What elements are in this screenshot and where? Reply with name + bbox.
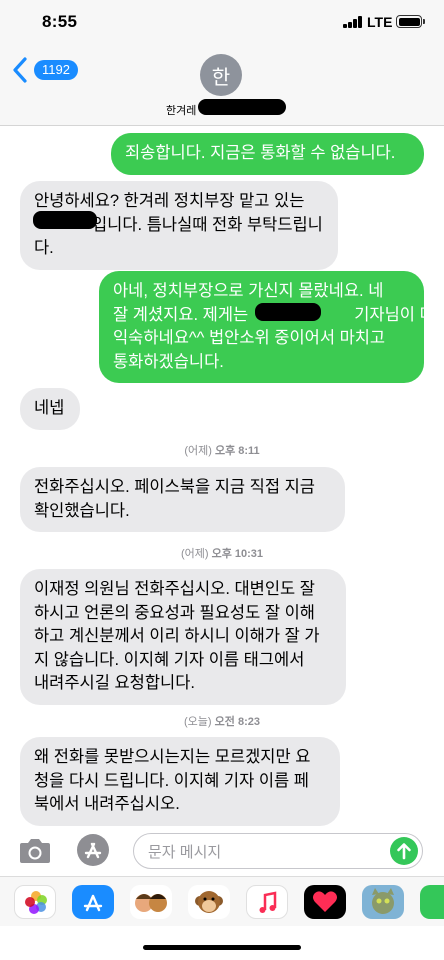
message-text: 전화주십시오. 페이스북을 지금 직접 지금 [34, 478, 315, 496]
status-time: 8:55 [42, 12, 78, 31]
network-label: LTE [367, 14, 393, 30]
music-app-icon[interactable] [246, 885, 288, 919]
message-text: 다. [34, 239, 54, 257]
app-store-icon[interactable] [72, 885, 114, 919]
contact-name[interactable]: 한겨레 [166, 102, 196, 118]
camera-icon [20, 839, 50, 863]
avatar-initial: 한 [211, 66, 231, 89]
message-text: 확인했습니다. [34, 501, 130, 520]
message-input-field[interactable] [133, 833, 423, 869]
message-bubble-incoming[interactable]: 왜 전화를 못받으시는지는 모르겠지만 요 청을 다시 드립니다. 이지혜 기자… [20, 737, 340, 826]
message-text: 이재정 의원님 전화주십시오. 대변인도 잘 [34, 580, 315, 598]
signal-icon [343, 16, 363, 28]
message-input[interactable] [148, 842, 378, 862]
conversation-header: 1192 한 한겨레 [0, 44, 444, 126]
battery-cap [423, 19, 425, 24]
imessage-app-drawer [0, 876, 444, 926]
message-text: 왜 전화를 못받으시는지는 모르겠지만 요 [34, 748, 311, 766]
message-bubble-incoming[interactable]: 이재정 의원님 전화주십시오. 대변인도 잘 하시고 언론의 중요성과 필요성도… [20, 569, 346, 705]
message-text: 안녕하세요? 한겨레 정치부장 맡고 있는 [34, 192, 305, 210]
message-bubble-outgoing[interactable]: 죄송합니다. 지금은 통화할 수 없습니다. [111, 133, 424, 175]
memoji-icon[interactable] [130, 885, 172, 919]
compose-bar [0, 828, 444, 876]
photos-flower-icon [25, 891, 47, 914]
redaction-mark [255, 303, 321, 321]
app-store-button[interactable] [77, 834, 109, 866]
message-text: 청을 다시 드립니다. 이지혜 기자 이름 페 [34, 771, 309, 790]
extra-app-icon[interactable] [420, 885, 444, 919]
message-text: 하시고 언론의 중요성과 필요성도 잘 이해 [34, 603, 315, 622]
redaction-mark [198, 99, 286, 115]
message-bubble-outgoing[interactable]: 아네, 정치부장으로 가신지 몰랐네요. 네 잘 계셨지요. 제게는 기자님이 더… [99, 271, 435, 383]
photos-app-icon[interactable] [14, 885, 56, 919]
message-bubble-incoming[interactable]: 네넵 [20, 388, 80, 430]
talking-tom-icon[interactable] [362, 885, 404, 919]
unread-count-badge: 1192 [34, 60, 78, 80]
message-text: 하고 계신분께서 이리 하시니 이해가 잘 가 [34, 627, 320, 645]
heart-icon [313, 891, 337, 912]
monkey-animoji-icon[interactable] [188, 885, 230, 919]
message-text: 네넵 [34, 399, 65, 417]
monkey-face-icon [195, 891, 223, 913]
message-text: 익숙하네요^^ 법안소위 중이어서 마치고 [113, 329, 386, 347]
contact-avatar[interactable]: 한 [200, 54, 242, 96]
arrow-up-icon [397, 843, 411, 860]
home-indicator[interactable] [143, 945, 301, 950]
app-store-glyph [83, 894, 103, 912]
message-text: 통화하겠습니다. [113, 352, 224, 371]
memoji-faces-icon [135, 894, 167, 912]
message-text: 지 않습니다. 이지혜 기자 이름 태그에서 [34, 650, 305, 669]
digital-touch-icon[interactable] [304, 885, 346, 919]
camera-button[interactable] [18, 838, 52, 864]
message-timestamp: (어제) 오후 10:31 [180, 548, 264, 560]
message-text: 내려주시길 요청합니다. [34, 674, 195, 692]
message-bubble-incoming[interactable]: 전화주십시오. 페이스북을 지금 직접 지금 확인했습니다. [20, 467, 345, 532]
app-store-icon [84, 842, 102, 859]
cat-face-icon [372, 888, 394, 914]
message-timestamp: (오늘) 오전 8:23 [184, 716, 260, 728]
message-text: 북에서 내려주십시오. [34, 795, 180, 813]
status-bar: 8:55 LTE [0, 0, 444, 44]
chevron-left-icon [13, 57, 27, 83]
message-timestamp: (어제) 오후 8:11 [184, 445, 260, 457]
back-button[interactable]: 1192 [10, 56, 78, 84]
message-text: 죄송합니다. 지금은 통화할 수 없습니다. [125, 144, 396, 162]
battery-icon [396, 15, 422, 28]
redaction-mark [33, 211, 97, 229]
message-text: 아네, 정치부장으로 가신지 몰랐네요. 네 [113, 282, 384, 300]
music-note-icon [259, 891, 277, 913]
send-button[interactable] [390, 837, 418, 865]
